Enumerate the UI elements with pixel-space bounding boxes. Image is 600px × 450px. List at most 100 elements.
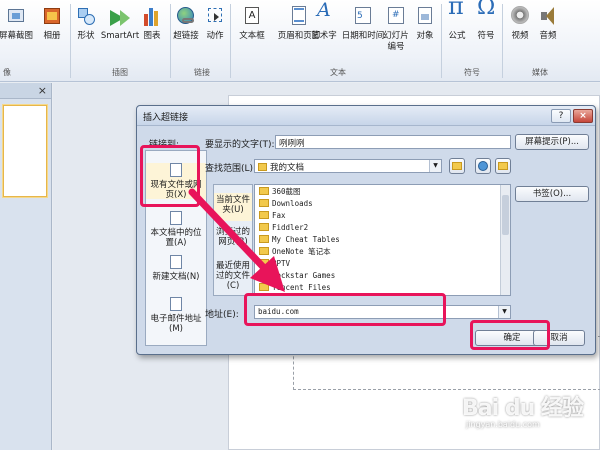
browsed-pages-label-2: 网页(B) [218, 237, 248, 247]
action-label: 动作 [206, 31, 224, 41]
dialog-title: 插入超链接 [143, 113, 189, 123]
file-list[interactable]: 360截图 Downloads Fax Fiddler2 My Cheat Ta… [254, 184, 511, 296]
display-text-input[interactable]: 咧咧咧 [275, 135, 511, 149]
current-folder-label: 当前文件 [215, 195, 250, 205]
display-text-label: 要显示的文字(T): [205, 140, 275, 150]
slides-pane-header: × [0, 83, 51, 99]
open-folder-icon [498, 162, 508, 170]
file-name: Fiddler2 [272, 223, 309, 232]
look-in-label: 查找范围(L): [205, 164, 257, 174]
close-pane-icon[interactable]: × [38, 84, 47, 97]
object-icon [415, 5, 435, 27]
recent-files-tab[interactable]: 最近使用 过的文件 (C) [214, 261, 252, 291]
file-name: OneNote 笔记本 [272, 247, 331, 256]
file-name: Fax [272, 211, 286, 220]
baidu-watermark: Bai du 经验 jingyan.baidu.com [462, 390, 600, 450]
look-in-dropdown[interactable]: 我的文档 ▼ [254, 159, 442, 173]
textbox-icon: A [242, 5, 262, 27]
address-label: 地址(E): [205, 310, 239, 320]
list-item[interactable]: Downloads [259, 198, 313, 209]
textbox-label: 文本框 [239, 31, 265, 41]
folder-icon [259, 187, 269, 195]
slide-number-icon: # [386, 5, 406, 27]
current-folder-label-2: 夹(U) [222, 205, 244, 215]
bookmark-button[interactable]: 书签(O)... [515, 186, 589, 202]
screenshot-button[interactable]: 屏幕截图 [0, 2, 36, 42]
current-folder-tab[interactable]: 当前文件 夹(U) [214, 193, 252, 221]
recent-files-label: 最近使用 [215, 261, 250, 271]
screenshot-label: 屏幕截图 [0, 31, 33, 41]
help-button[interactable]: ? [551, 109, 571, 123]
globe-search-icon [478, 161, 488, 171]
close-button[interactable]: × [573, 109, 593, 123]
ribbon: 屏幕截图 相册 形状 SmartArt 图表 超链接 动作 A 文本框 页眉和页… [0, 0, 600, 82]
highlight-ok-button [470, 320, 550, 350]
highlight-existing-file [140, 145, 200, 207]
group-links-label: 链接 [194, 68, 210, 77]
equation-icon: π [448, 0, 464, 20]
watermark-url: jingyan.baidu.com [466, 420, 540, 429]
list-item[interactable]: PPTV [259, 258, 290, 269]
smartart-icon [110, 5, 130, 27]
file-name: Tencent Files [272, 283, 331, 292]
date-time-icon: 5 [353, 5, 373, 27]
file-name: 360截图 [272, 187, 301, 196]
list-item[interactable]: My Cheat Tables [259, 234, 340, 245]
file-name: Downloads [272, 199, 313, 208]
link-email-address[interactable]: 电子邮件地址 (M) [146, 297, 206, 334]
folder-icon [259, 259, 269, 267]
hyperlink-icon [176, 5, 196, 27]
folder-icon [259, 211, 269, 219]
browse-file-button[interactable] [495, 158, 511, 174]
up-folder-button[interactable] [449, 158, 465, 174]
chevron-down-icon: ▼ [498, 306, 510, 318]
list-item[interactable]: Rockstar Games [259, 270, 335, 281]
browsed-pages-tab[interactable]: 浏览过的 网页(B) [214, 227, 252, 247]
chevron-down-icon: ▼ [429, 160, 441, 172]
browsed-pages-label: 浏览过的 [215, 227, 250, 237]
scrollbar-thumb[interactable] [502, 195, 509, 235]
folder-icon [259, 283, 269, 291]
symbol-icon: Ω [477, 0, 496, 20]
up-folder-icon [452, 162, 462, 170]
video-icon [510, 5, 530, 27]
audio-icon [538, 5, 558, 27]
look-in-value: 我的文档 [270, 163, 305, 173]
link-new-document-label: 新建文档(N) [152, 272, 200, 282]
group-symbols-label: 符号 [464, 68, 480, 77]
wordart-label: 艺术字 [311, 31, 337, 41]
list-item[interactable]: 360截图 [259, 186, 301, 197]
list-item[interactable]: Fiddler2 [259, 222, 308, 233]
chart-icon [142, 5, 162, 27]
link-place-label: 本文档中的位 [150, 228, 202, 238]
list-item[interactable]: Tencent Files [259, 282, 331, 293]
slide-thumbnail[interactable] [3, 105, 47, 197]
file-name: Rockstar Games [272, 271, 336, 280]
email-icon [170, 297, 182, 311]
equation-label: 公式 [448, 31, 466, 41]
new-document-icon [170, 255, 182, 269]
file-name: PPTV [272, 259, 291, 268]
folder-icon [259, 271, 269, 279]
shapes-label: 形状 [77, 31, 95, 41]
audio-button[interactable]: 音频 [528, 2, 568, 42]
audio-label: 音频 [539, 31, 557, 41]
action-button[interactable]: 动作 [195, 2, 235, 42]
list-item[interactable]: Fax [259, 210, 286, 221]
list-item[interactable]: OneNote 笔记本 [259, 246, 331, 257]
recent-files-label-2: 过的文件 [215, 271, 250, 281]
recent-files-label-3: (C) [226, 281, 240, 291]
link-email-label-2: (M) [169, 324, 183, 334]
slide-number-label-2: 编号 [387, 42, 405, 52]
file-list-scrollbar[interactable] [500, 185, 510, 295]
link-new-document[interactable]: 新建文档(N) [146, 255, 206, 282]
link-place-in-document[interactable]: 本文档中的位 置(A) [146, 211, 206, 248]
textbox-button[interactable]: A 文本框 [232, 2, 272, 42]
shapes-icon [76, 5, 96, 27]
group-media-label: 媒体 [532, 68, 548, 77]
browse-web-button[interactable] [475, 158, 491, 174]
group-illustrations-label: 插图 [112, 68, 128, 77]
photo-album-label: 相册 [43, 31, 61, 41]
screen-tip-button[interactable]: 屏幕提示(P)... [515, 134, 589, 150]
action-icon [205, 5, 225, 27]
